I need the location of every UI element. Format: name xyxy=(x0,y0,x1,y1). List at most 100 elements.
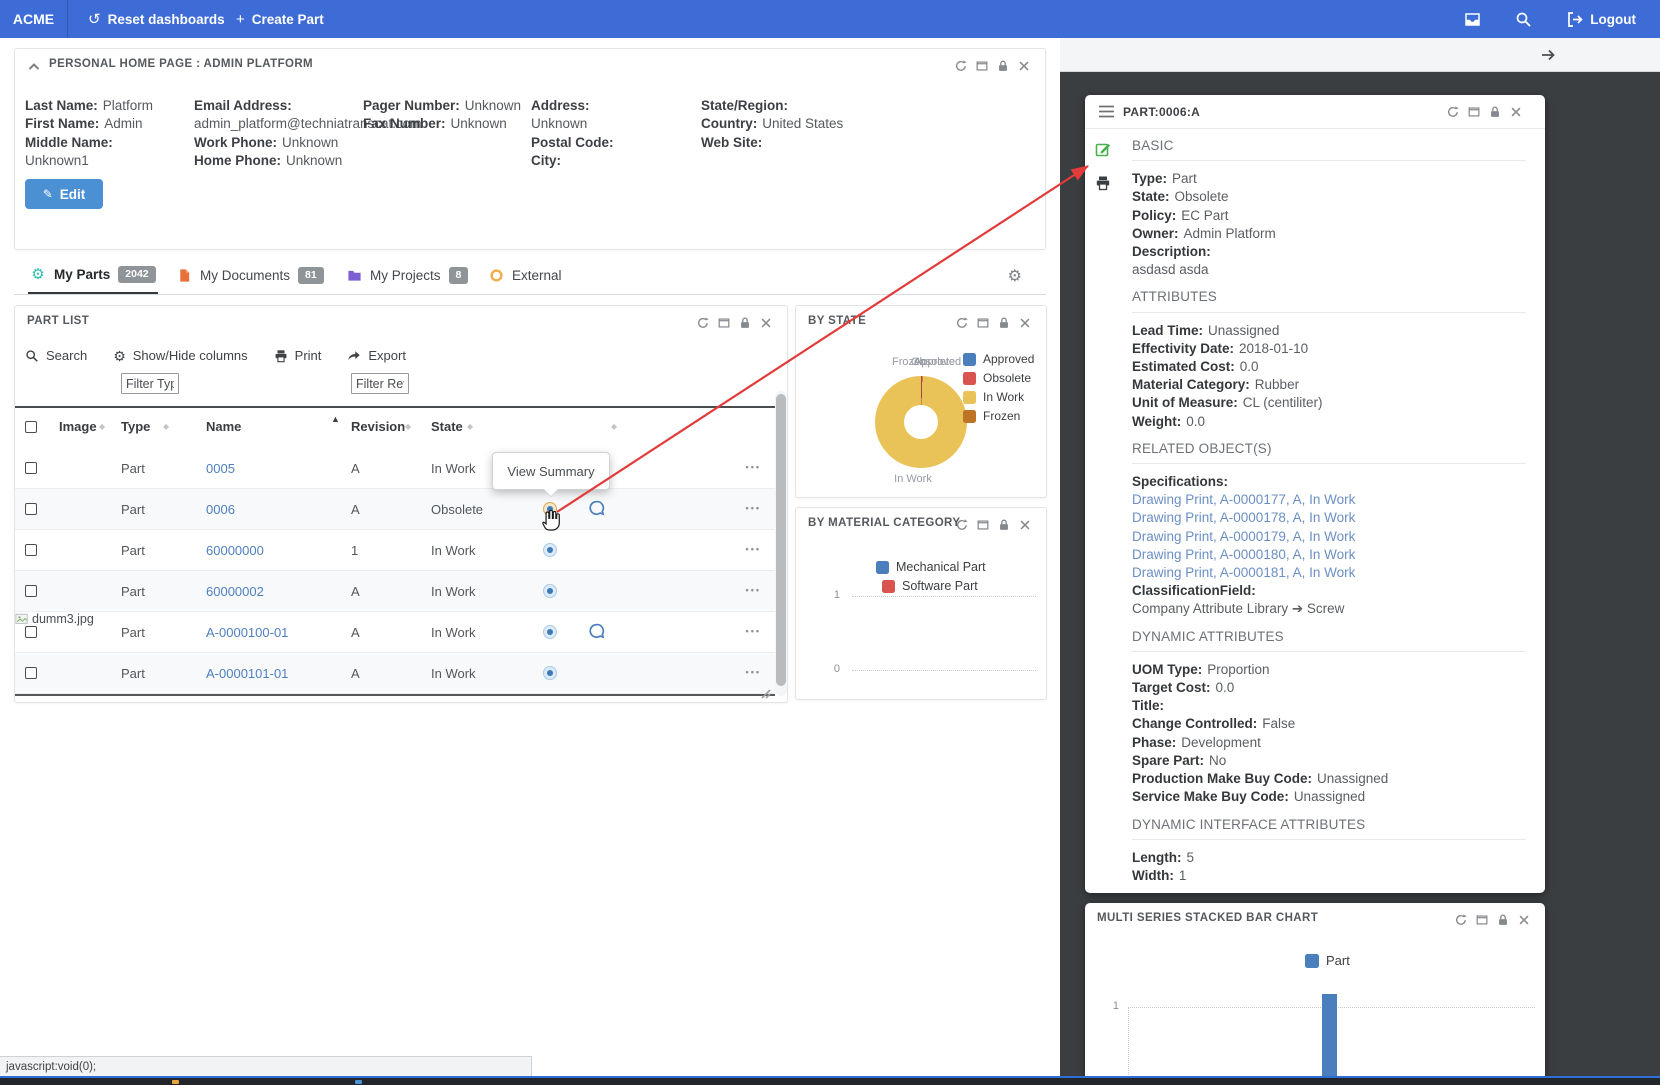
close-icon[interactable] xyxy=(1017,59,1031,73)
sort-icon[interactable]: ◆ xyxy=(163,422,169,431)
collapse-chevron-icon[interactable] xyxy=(28,60,40,72)
filter-type-input[interactable] xyxy=(121,373,179,394)
create-part-button[interactable]: + Create Part xyxy=(236,0,324,38)
legend-item[interactable]: In Work xyxy=(963,390,1034,404)
close-icon[interactable] xyxy=(1018,316,1032,330)
row-name-link[interactable]: A-0000100-01 xyxy=(206,625,288,640)
table-row[interactable]: Part A-0000101-01 A In Work ••• xyxy=(15,653,775,694)
legend-item[interactable]: Software Part xyxy=(882,579,986,593)
legend-item[interactable]: Frozen xyxy=(963,409,1034,423)
related-object-link[interactable]: Drawing Print, A-0000178, A, In Work xyxy=(1132,510,1355,525)
sort-icon[interactable]: ◆ xyxy=(611,422,617,431)
tab-my-parts[interactable]: ⚙ My Parts 2042 xyxy=(28,256,158,294)
legend-item[interactable]: Mechanical Part xyxy=(876,560,986,574)
column-header-image[interactable]: Image xyxy=(59,419,97,434)
state-donut-chart[interactable] xyxy=(875,376,967,468)
related-object-link[interactable]: Drawing Print, A-0000181, A, In Work xyxy=(1132,565,1355,580)
print-icon[interactable] xyxy=(1095,175,1111,191)
row-checkbox[interactable] xyxy=(25,462,37,474)
row-menu-button[interactable]: ••• xyxy=(746,544,761,554)
legend-item[interactable]: Approved xyxy=(963,352,1034,366)
tabs-settings-gear-icon[interactable]: ⚙ xyxy=(1008,266,1022,286)
search-icon[interactable] xyxy=(1515,11,1532,28)
filter-revision-input[interactable] xyxy=(351,373,409,394)
row-menu-button[interactable]: ••• xyxy=(746,503,761,513)
select-all-checkbox[interactable] xyxy=(25,421,37,433)
resize-handle[interactable] xyxy=(757,685,771,699)
tab-external[interactable]: External xyxy=(486,256,564,294)
refresh-icon[interactable] xyxy=(955,316,969,330)
search-button[interactable]: Search xyxy=(25,348,87,363)
reset-dashboards-button[interactable]: ↺ Reset dashboards xyxy=(88,0,225,38)
inbox-icon[interactable] xyxy=(1464,11,1481,28)
expand-panel-arrow-icon[interactable] xyxy=(1540,47,1556,63)
view-summary-icon[interactable] xyxy=(543,666,557,680)
table-scrollbar[interactable] xyxy=(775,391,787,696)
sort-ascending-icon[interactable]: ▲ xyxy=(331,414,340,424)
lock-icon[interactable] xyxy=(1488,105,1502,119)
maximize-icon[interactable] xyxy=(976,518,990,532)
column-header-type[interactable]: Type xyxy=(121,419,150,434)
table-row[interactable]: Part 60000000 1 In Work ••• xyxy=(15,530,775,571)
row-menu-button[interactable]: ••• xyxy=(746,626,761,636)
row-checkbox[interactable] xyxy=(25,544,37,556)
row-name-link[interactable]: A-0000101-01 xyxy=(206,666,288,681)
maximize-icon[interactable] xyxy=(717,316,731,330)
export-button[interactable]: Export xyxy=(347,348,406,363)
refresh-icon[interactable] xyxy=(955,518,969,532)
view-summary-icon[interactable] xyxy=(543,584,557,598)
row-menu-button[interactable]: ••• xyxy=(746,585,761,595)
row-checkbox[interactable] xyxy=(25,626,37,638)
refresh-icon[interactable] xyxy=(1446,105,1460,119)
maximize-icon[interactable] xyxy=(975,59,989,73)
bar-part[interactable] xyxy=(1322,994,1337,1085)
table-row[interactable]: dumm3.jpg Part A-0000100-01 A In Work ••… xyxy=(15,612,775,653)
refresh-icon[interactable] xyxy=(696,316,710,330)
row-name-link[interactable]: 60000002 xyxy=(206,584,264,599)
edit-compose-icon[interactable] xyxy=(1095,141,1111,157)
row-menu-button[interactable]: ••• xyxy=(746,462,761,472)
sort-icon[interactable]: ◆ xyxy=(99,422,105,431)
row-name-link[interactable]: 0006 xyxy=(206,502,235,517)
sort-icon[interactable]: ◆ xyxy=(467,422,473,431)
row-name-link[interactable]: 60000000 xyxy=(206,543,264,558)
refresh-icon[interactable] xyxy=(1454,913,1468,927)
logout-button[interactable]: Logout xyxy=(1566,11,1636,28)
scrollbar-thumb[interactable] xyxy=(776,394,786,686)
related-object-link[interactable]: Drawing Print, A-0000177, A, In Work xyxy=(1132,492,1355,507)
table-row[interactable]: Part 0006 A Obsolete ••• xyxy=(15,489,775,530)
table-row[interactable]: Part 0005 A In Work ••• xyxy=(15,448,775,489)
row-checkbox[interactable] xyxy=(25,503,37,515)
lock-icon[interactable] xyxy=(1496,913,1510,927)
view-summary-icon[interactable] xyxy=(543,543,557,557)
maximize-icon[interactable] xyxy=(1467,105,1481,119)
lock-icon[interactable] xyxy=(738,316,752,330)
menu-hamburger-icon[interactable] xyxy=(1099,105,1114,118)
table-row[interactable]: Part 60000002 A In Work ••• xyxy=(15,571,775,612)
related-object-link[interactable]: Drawing Print, A-0000179, A, In Work xyxy=(1132,529,1355,544)
legend-item[interactable]: Part xyxy=(1305,953,1350,968)
edit-profile-button[interactable]: ✎ Edit xyxy=(25,179,103,209)
row-checkbox[interactable] xyxy=(25,667,37,679)
close-icon[interactable] xyxy=(1018,518,1032,532)
lock-icon[interactable] xyxy=(997,518,1011,532)
tab-my-documents[interactable]: My Documents 81 xyxy=(174,256,326,294)
row-name-link[interactable]: 0005 xyxy=(206,461,235,476)
refresh-icon[interactable] xyxy=(954,59,968,73)
column-header-name[interactable]: Name xyxy=(206,419,241,434)
row-checkbox[interactable] xyxy=(25,585,37,597)
sort-icon[interactable]: ◆ xyxy=(405,422,411,431)
brand-logo[interactable]: ACME xyxy=(0,0,68,38)
column-header-revision[interactable]: Revision xyxy=(351,419,405,434)
maximize-icon[interactable] xyxy=(1475,913,1489,927)
close-icon[interactable] xyxy=(1517,913,1531,927)
chat-icon[interactable] xyxy=(587,622,606,641)
close-icon[interactable] xyxy=(759,316,773,330)
related-object-link[interactable]: Drawing Print, A-0000180, A, In Work xyxy=(1132,547,1355,562)
chat-icon[interactable] xyxy=(587,499,606,518)
column-header-state[interactable]: State xyxy=(431,419,463,434)
lock-icon[interactable] xyxy=(996,59,1010,73)
row-menu-button[interactable]: ••• xyxy=(746,667,761,677)
tab-my-projects[interactable]: My Projects 8 xyxy=(344,256,470,294)
view-summary-icon[interactable] xyxy=(543,625,557,639)
